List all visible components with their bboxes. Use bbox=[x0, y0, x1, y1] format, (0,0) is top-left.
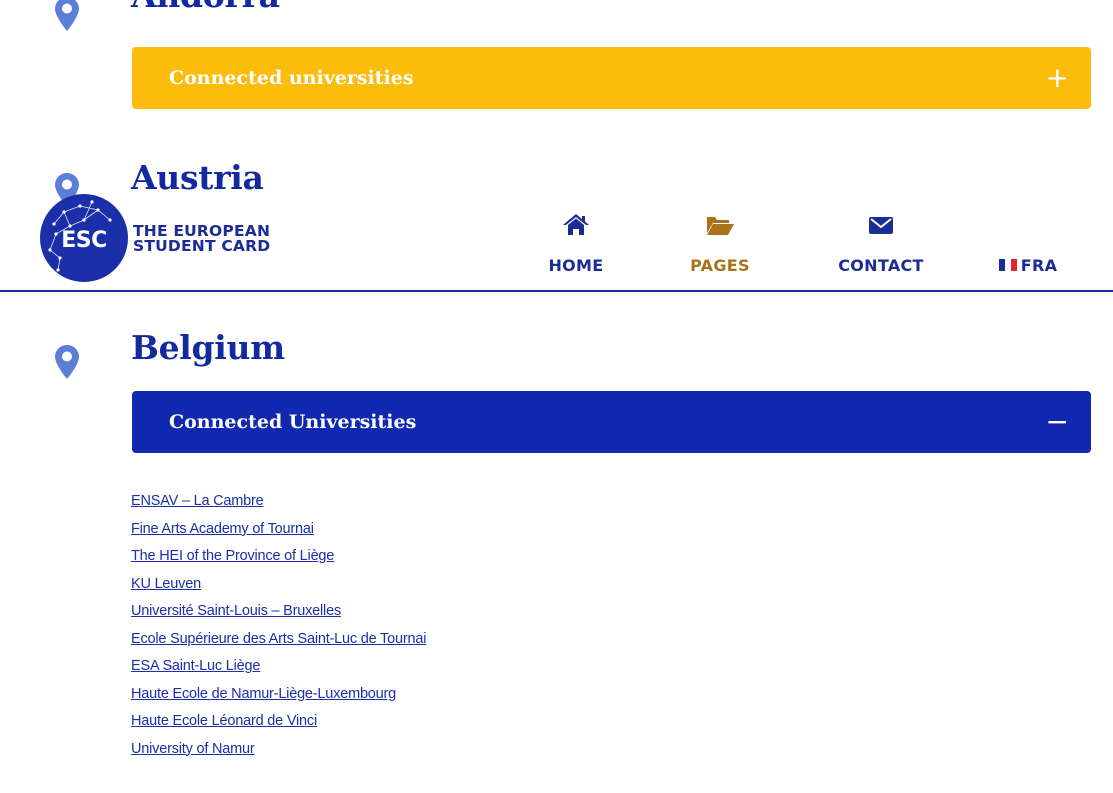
esc-logo[interactable]: ESC bbox=[40, 194, 128, 282]
logo-wordmark[interactable]: THE EUROPEAN STUDENT CARD bbox=[133, 223, 271, 255]
country-title-austria: Austria bbox=[131, 158, 264, 197]
university-link[interactable]: Fine Arts Academy of Tournai bbox=[131, 516, 426, 544]
envelope-icon bbox=[869, 217, 893, 234]
accordion-belgium-universities[interactable]: Connected Universities − bbox=[132, 391, 1091, 453]
nav-contact[interactable]: CONTACT bbox=[830, 208, 932, 275]
language-switcher[interactable]: FRA bbox=[992, 208, 1064, 275]
nav-pages-label: PAGES bbox=[690, 256, 750, 275]
university-link[interactable]: Université Saint-Louis – Bruxelles bbox=[131, 598, 426, 626]
nav-contact-label: CONTACT bbox=[838, 256, 924, 275]
folder-open-icon bbox=[707, 217, 734, 235]
logo-line-2: STUDENT CARD bbox=[133, 237, 271, 255]
language-label: FRA bbox=[1020, 256, 1058, 275]
university-link[interactable]: The HEI of the Province of Liège bbox=[131, 543, 426, 571]
university-link[interactable]: ESA Saint-Luc Liège bbox=[131, 653, 426, 681]
accordion-label: Connected universities bbox=[169, 67, 414, 89]
site-header: ESC THE EUROPEAN STUDENT CARD HOME PAGES bbox=[0, 194, 1113, 292]
accordion-label: Connected Universities bbox=[169, 411, 417, 433]
logo-abbreviation: ESC bbox=[61, 228, 107, 253]
nav-home-label: HOME bbox=[548, 256, 604, 275]
accordion-andorra-universities[interactable]: Connected universities + bbox=[132, 47, 1091, 109]
country-title-andorra: Andorra bbox=[131, 0, 280, 15]
university-link[interactable]: Ecole Supérieure des Arts Saint-Luc de T… bbox=[131, 626, 426, 654]
nav-home[interactable]: HOME bbox=[543, 208, 609, 275]
country-title-belgium: Belgium bbox=[131, 328, 285, 367]
university-list: ENSAV – La Cambre Fine Arts Academy of T… bbox=[131, 488, 426, 763]
home-icon bbox=[563, 214, 589, 235]
location-pin-icon bbox=[55, 0, 79, 31]
university-link[interactable]: University of Namur bbox=[131, 736, 426, 764]
expand-icon: + bbox=[1045, 61, 1069, 94]
university-link[interactable]: Haute Ecole de Namur-Liège-Luxembourg bbox=[131, 681, 426, 709]
university-link[interactable]: KU Leuven bbox=[131, 571, 426, 599]
collapse-icon: − bbox=[1045, 405, 1069, 438]
french-flag-icon bbox=[998, 259, 1017, 271]
university-link[interactable]: ENSAV – La Cambre bbox=[131, 488, 426, 516]
nav-pages[interactable]: PAGES bbox=[682, 208, 758, 275]
location-pin-icon bbox=[55, 345, 79, 379]
university-link[interactable]: Haute Ecole Léonard de Vinci bbox=[131, 708, 426, 736]
